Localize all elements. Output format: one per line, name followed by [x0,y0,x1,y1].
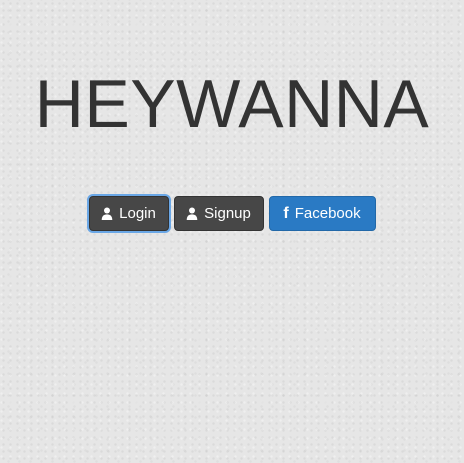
signup-label: Signup [204,205,251,222]
facebook-button[interactable]: f Facebook [268,196,376,231]
app-logo: HEYWANNA [34,66,430,142]
signup-button[interactable]: Signup [173,196,264,231]
login-button[interactable]: Login [88,196,169,231]
facebook-label: Facebook [294,205,361,222]
auth-actions: Login Signup f Facebook [0,196,464,231]
facebook-icon: f [283,204,289,222]
login-label: Login [119,205,156,222]
user-icon [186,207,198,220]
user-icon [101,207,113,220]
